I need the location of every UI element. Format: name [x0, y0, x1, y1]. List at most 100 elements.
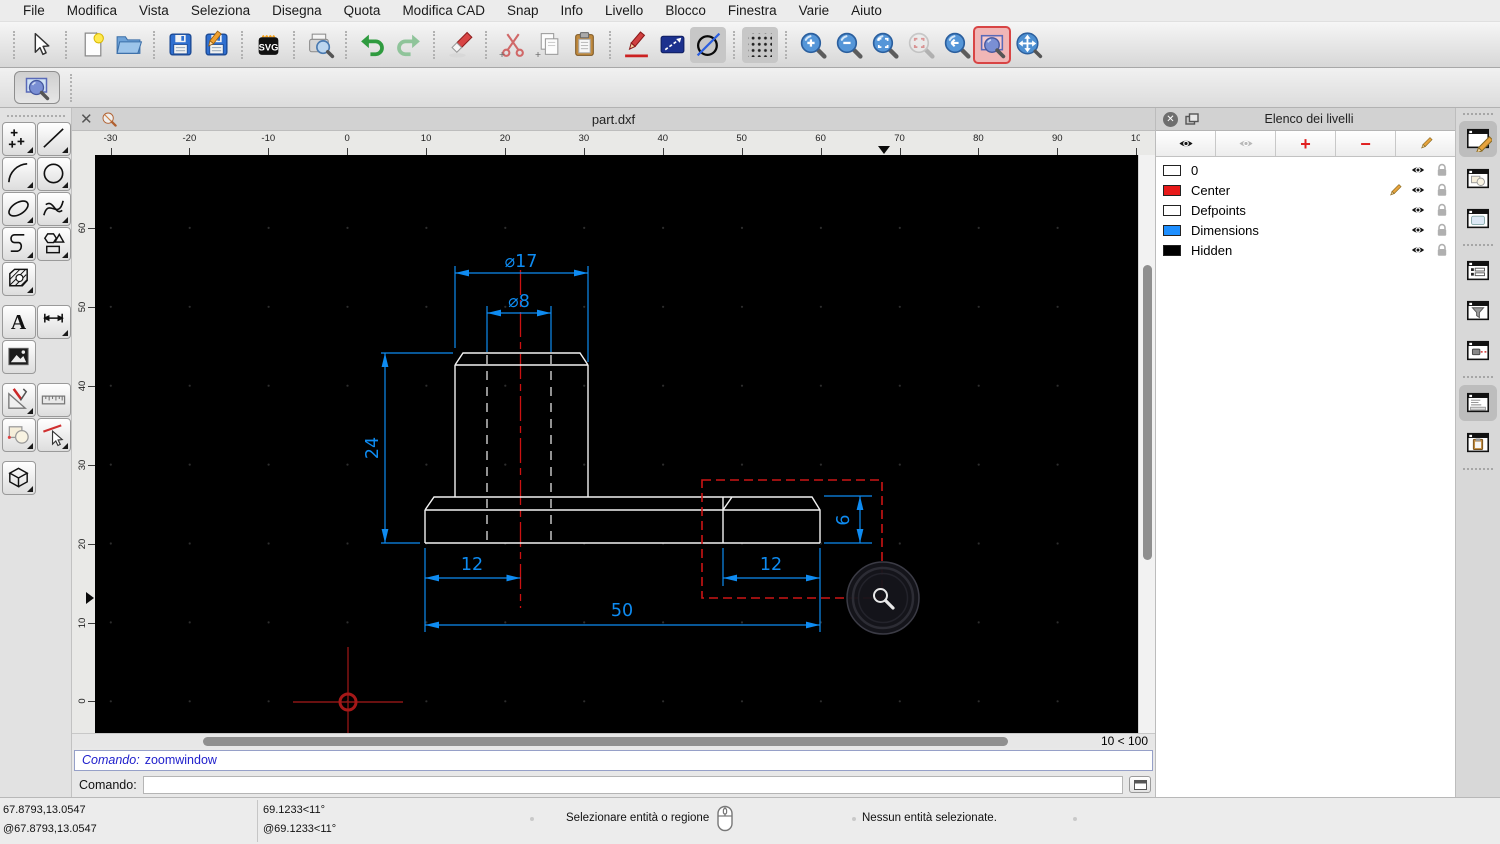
dock-layer-list-button[interactable]: [1459, 121, 1497, 157]
menu-varie[interactable]: Varie: [788, 3, 841, 18]
zoom-out-button[interactable]: [830, 27, 866, 63]
layer-lock-toggle[interactable]: [1436, 163, 1448, 177]
menu-blocco[interactable]: Blocco: [654, 3, 717, 18]
select-tool-button[interactable]: [22, 27, 58, 63]
cut-button[interactable]: +: [494, 27, 530, 63]
polyline-tool-button[interactable]: [1, 226, 36, 261]
dock-command-line-button[interactable]: [1459, 385, 1497, 421]
measure-tool-button[interactable]: [36, 382, 71, 417]
panel-close-button[interactable]: ✕: [1163, 111, 1178, 127]
zoom-window-button[interactable]: [973, 25, 1011, 64]
edit-layer-button[interactable]: [1396, 131, 1455, 156]
layer-row[interactable]: Dimensions: [1156, 220, 1455, 240]
layer-lock-toggle[interactable]: [1436, 243, 1448, 257]
layer-row[interactable]: 0: [1156, 160, 1455, 180]
layer-visibility-toggle[interactable]: [1409, 163, 1427, 177]
dimension-tool-button[interactable]: [36, 304, 71, 339]
layer-row[interactable]: Hidden: [1156, 240, 1455, 260]
spline-tool-button[interactable]: [36, 191, 71, 226]
zoom-selection-button[interactable]: [902, 27, 938, 63]
ellipse-tool-button[interactable]: [1, 191, 36, 226]
dock-block-list-button[interactable]: [1459, 161, 1497, 197]
zoom-auto-button[interactable]: [866, 27, 902, 63]
menu-modifica-cad[interactable]: Modifica CAD: [391, 3, 496, 18]
print-preview-button[interactable]: [302, 27, 338, 63]
menu-vista[interactable]: Vista: [128, 3, 180, 18]
dock-filter-button[interactable]: [1459, 293, 1497, 329]
construction-lines-toggle[interactable]: [690, 26, 726, 63]
grid-toggle-button[interactable]: [742, 26, 778, 63]
line-tool-button[interactable]: [36, 121, 71, 156]
layer-row[interactable]: Center: [1156, 180, 1455, 200]
point-tool-button[interactable]: [1, 121, 36, 156]
layer-visibility-toggle[interactable]: [1409, 243, 1427, 257]
polygon-tool-icon: [43, 232, 65, 254]
attributes-button[interactable]: [618, 27, 654, 63]
menu-info[interactable]: Info: [550, 3, 595, 18]
paste-button[interactable]: [566, 27, 602, 63]
command-options-button[interactable]: [1129, 776, 1151, 793]
drawing-canvas[interactable]: ⌀17 ⌀8 24 12 50 12 6: [95, 155, 1138, 733]
save-button[interactable]: [162, 27, 198, 63]
panel-undock-button[interactable]: [1185, 113, 1199, 125]
image-tool-button[interactable]: [1, 339, 36, 374]
hide-all-layers-button[interactable]: [1216, 131, 1276, 156]
hidden-lines[interactable]: [486, 355, 552, 543]
horizontal-scrollbar-thumb[interactable]: [203, 736, 1008, 746]
layer-lock-toggle[interactable]: [1436, 203, 1448, 217]
menu-seleziona[interactable]: Seleziona: [180, 3, 261, 18]
delete-button[interactable]: [442, 27, 478, 63]
zoom-in-button[interactable]: [794, 27, 830, 63]
menu-disegna[interactable]: Disegna: [261, 3, 333, 18]
menu-snap[interactable]: Snap: [496, 3, 550, 18]
arc-tool-button[interactable]: [1, 156, 36, 191]
toolbar-separator: [485, 30, 487, 59]
dock-library-button[interactable]: [1459, 201, 1497, 237]
menu-file[interactable]: File: [12, 3, 56, 18]
new-document-button[interactable]: [74, 27, 110, 63]
svg-export-button[interactable]: SVG: [250, 27, 286, 63]
menu-livello[interactable]: Livello: [594, 3, 654, 18]
strip-drag-handle[interactable]: [1463, 113, 1493, 115]
palette-drag-handle[interactable]: [6, 115, 65, 117]
layer-visibility-toggle[interactable]: [1409, 223, 1427, 237]
dock-clipboard-button[interactable]: [1459, 425, 1497, 461]
circle-tool-button[interactable]: [36, 156, 71, 191]
remove-layer-button[interactable]: −: [1336, 131, 1396, 156]
show-all-layers-button[interactable]: [1156, 131, 1216, 156]
delete-entity-tool-button[interactable]: [36, 417, 71, 452]
copy-button[interactable]: +: [530, 27, 566, 63]
layer-visibility-toggle[interactable]: [1409, 203, 1427, 217]
open-file-button[interactable]: [110, 27, 146, 63]
dock-entity-list-button[interactable]: [1459, 253, 1497, 289]
menu-quota[interactable]: Quota: [333, 3, 392, 18]
layer-visibility-toggle[interactable]: [1409, 183, 1427, 197]
drawing-viewport[interactable]: ⌀17 ⌀8 24 12 50 12 6: [95, 155, 1138, 733]
zoom-pan-button[interactable]: [1010, 27, 1046, 63]
horizontal-scrollbar[interactable]: [95, 734, 1093, 748]
part-outline[interactable]: [424, 352, 821, 544]
command-input[interactable]: [142, 775, 1123, 794]
zoom-previous-button[interactable]: [938, 27, 974, 63]
polygon-tool-button[interactable]: [36, 226, 71, 261]
layer-lock-toggle[interactable]: [1436, 183, 1448, 197]
3d-tool-button[interactable]: [1, 460, 36, 495]
zoom-window-active-tool-button[interactable]: [14, 71, 60, 104]
text-tool-button[interactable]: A: [1, 304, 36, 339]
redo-button[interactable]: [390, 27, 426, 63]
layer-lock-toggle[interactable]: [1436, 223, 1448, 237]
vertical-scrollbar-thumb[interactable]: [1142, 265, 1152, 560]
menu-aiuto[interactable]: Aiuto: [840, 3, 893, 18]
hatch-tool-button[interactable]: [1, 261, 36, 296]
block-tool-button[interactable]: [1, 417, 36, 452]
modify-tool-button[interactable]: [1, 382, 36, 417]
dock-pointer-button[interactable]: [1459, 333, 1497, 369]
add-layer-button[interactable]: +: [1276, 131, 1336, 156]
menu-modifica[interactable]: Modifica: [56, 3, 128, 18]
vertical-scrollbar[interactable]: [1138, 155, 1155, 733]
save-as-button[interactable]: [198, 27, 234, 63]
layer-row[interactable]: Defpoints: [1156, 200, 1455, 220]
undo-button[interactable]: [354, 27, 390, 63]
selection-order-button[interactable]: [654, 27, 690, 63]
menu-finestra[interactable]: Finestra: [717, 3, 788, 18]
